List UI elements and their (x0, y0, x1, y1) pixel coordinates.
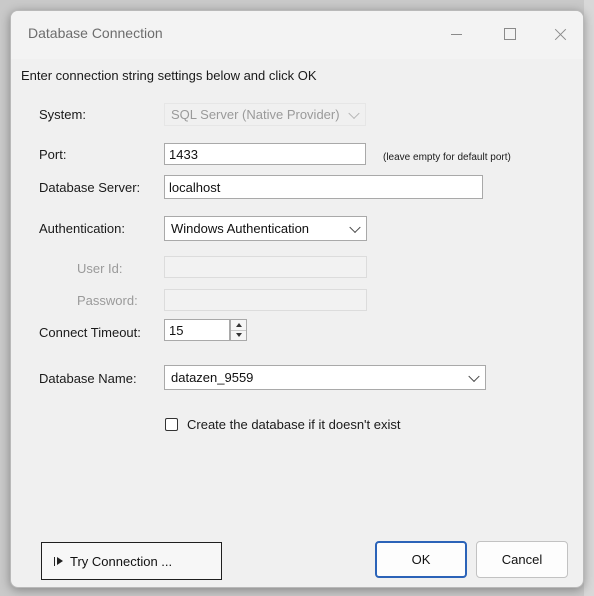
userid-input[interactable] (164, 256, 367, 278)
maximize-button[interactable] (487, 17, 533, 51)
chevron-down-icon (348, 107, 360, 119)
server-label: Database Server: (39, 180, 141, 195)
cancel-label: Cancel (501, 552, 543, 567)
title-bar: Database Connection (11, 11, 583, 59)
create-database-checkbox[interactable] (165, 418, 178, 431)
close-icon (554, 28, 567, 41)
timeout-stepper[interactable] (230, 319, 247, 341)
cancel-button[interactable]: Cancel (476, 541, 568, 578)
system-select-value: SQL Server (Native Provider) (171, 107, 340, 122)
system-select[interactable]: SQL Server (Native Provider) (164, 103, 366, 126)
system-label: System: (39, 107, 86, 122)
authentication-select[interactable]: Windows Authentication (164, 216, 367, 241)
dbname-combobox-value: datazen_9559 (171, 370, 254, 385)
window-title: Database Connection (28, 25, 163, 41)
create-database-label[interactable]: Create the database if it doesn't exist (187, 417, 401, 432)
password-input[interactable] (164, 289, 367, 311)
timeout-decrement-button[interactable] (231, 330, 246, 340)
minimize-button[interactable] (433, 17, 479, 51)
try-connection-button[interactable]: Try Connection ... (41, 542, 222, 580)
password-label: Password: (77, 293, 138, 308)
ok-label: OK (411, 552, 431, 567)
close-button[interactable] (537, 17, 583, 51)
ok-button[interactable]: OK (375, 541, 467, 578)
try-connection-label: Try Connection ... (70, 553, 173, 569)
timeout-input[interactable] (164, 319, 230, 341)
userid-label: User Id: (77, 261, 123, 276)
instructions-text: Enter connection string settings below a… (21, 68, 317, 83)
server-input[interactable] (164, 175, 483, 199)
database-connection-dialog: Database Connection Enter connection str… (10, 10, 584, 588)
arrow-up-icon (235, 323, 242, 327)
maximize-icon (504, 28, 516, 40)
authentication-label: Authentication: (39, 221, 126, 236)
port-hint: (leave empty for default port) (383, 152, 511, 163)
authentication-select-value: Windows Authentication (171, 221, 310, 236)
arrow-down-icon (235, 333, 242, 337)
timeout-label: Connect Timeout: (39, 325, 141, 340)
dbname-label: Database Name: (39, 371, 137, 386)
play-icon (54, 556, 63, 566)
chevron-down-icon (468, 370, 480, 382)
minimize-icon (450, 33, 462, 35)
port-label: Port: (39, 147, 67, 162)
dbname-combobox[interactable]: datazen_9559 (164, 365, 486, 390)
chevron-down-icon (349, 221, 361, 233)
background-edge (584, 0, 594, 596)
port-input[interactable] (164, 143, 366, 165)
